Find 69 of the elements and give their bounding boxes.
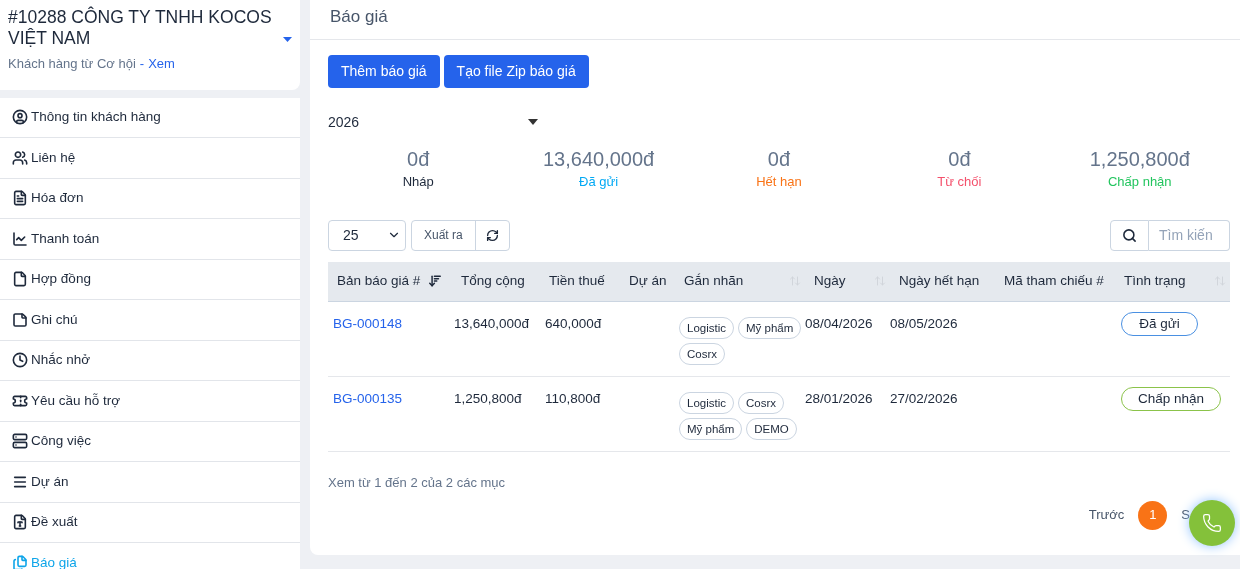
stat-label: Chấp nhận [1107,173,1172,191]
stat-amount: 13,640,000đ [542,147,655,172]
search-button[interactable] [1110,219,1149,251]
view-link[interactable]: Xem [148,54,175,74]
column-header[interactable]: Ngày [814,271,846,292]
stat-amount: 0đ [767,147,791,172]
stat-label: Nháp [402,173,434,191]
column-header[interactable]: Bản báo giá # [337,271,421,292]
action-button[interactable]: Tạo file Zip báo giá [443,55,589,88]
phone-icon [1202,513,1222,533]
customer-title: #10288 CÔNG TY TNHH KOCOS VIỆT NAM [8,7,273,49]
stat-amount: 0đ [407,147,430,172]
entries-summary: Xem từ 1 đến 2 của 2 các mục [328,474,507,492]
table-cell: 27/02/2026 [890,391,958,406]
column-header[interactable]: Tình trạng [1124,271,1186,292]
next-link[interactable]: S [1181,505,1190,525]
column-header[interactable]: Gắn nhãn [684,271,744,292]
previous-link[interactable]: Trước [1088,505,1125,525]
server-icon [12,433,28,450]
year-select[interactable]: 2026 [328,104,538,140]
column-header[interactable]: Tổng cộng [461,271,525,292]
column-header[interactable]: Dự án [629,271,667,292]
stat-label: Từ chối [937,173,982,191]
column-header[interactable]: Ngày hết hạn [899,271,980,292]
table-cell: 28/01/2026 [805,391,873,406]
sidebar-item[interactable]: Nhắc nhở [0,340,300,380]
customer-source: Khách hàng từ Cơ hội [8,55,136,73]
document-icon [12,190,28,207]
sidebar-item[interactable]: Yêu cầu hỗ trợ [0,381,300,421]
column-header[interactable]: Mã tham chiếu # [1004,271,1104,292]
refresh-icon [485,228,499,242]
panel-title: Báo giá [330,6,388,28]
file-icon [12,271,28,288]
user-icon [12,109,28,126]
quote-link[interactable]: BG-000148 [333,316,403,331]
users-icon [12,149,28,166]
clock-icon [12,352,28,369]
action-button[interactable]: Thêm báo giá [328,55,440,88]
stat-label: Đã gửi [579,173,619,191]
sidebar-item[interactable]: Dự án [0,462,300,502]
file-icon [12,514,28,531]
table-cell: 1,250,800đ [454,391,522,406]
stat-amount: 0đ [948,147,971,172]
sort-icon[interactable] [428,274,442,289]
sidebar-item[interactable]: Công việc [0,421,300,461]
table-cell: 110,800đ [545,391,601,406]
table-cell: 640,000đ [545,316,602,331]
sidebar-item[interactable]: Đề xuất [0,502,300,542]
quote-link[interactable]: BG-000135 [333,391,403,406]
caret-icon [528,119,538,125]
note-icon [12,311,28,328]
table-cell: 08/04/2026 [805,316,873,331]
sidebar-item[interactable]: Thông tin khách hàng [0,97,300,137]
search-icon [1122,227,1137,243]
page-size-select[interactable]: 25 [328,219,406,251]
table-cell: 13,640,000đ [454,316,530,331]
caret-icon[interactable] [283,37,292,42]
sidebar-item[interactable]: Liên hệ [0,138,300,178]
sidebar-item[interactable]: Thanh toán [0,219,300,259]
sidebar-item[interactable]: Ghi chú [0,300,300,340]
table-cell: 08/05/2026 [890,316,958,331]
sidebar-item[interactable]: Hợp đồng [0,259,300,299]
stat-label: Hết hạn [756,173,802,191]
sidebar-item[interactable]: Hóa đơn [0,178,300,218]
chart-icon [12,230,28,247]
stat-amount: 1,250,800đ [1089,147,1190,172]
separator: - [139,55,145,73]
files-icon [12,554,28,569]
column-header[interactable]: Tiền thuế [549,271,605,292]
